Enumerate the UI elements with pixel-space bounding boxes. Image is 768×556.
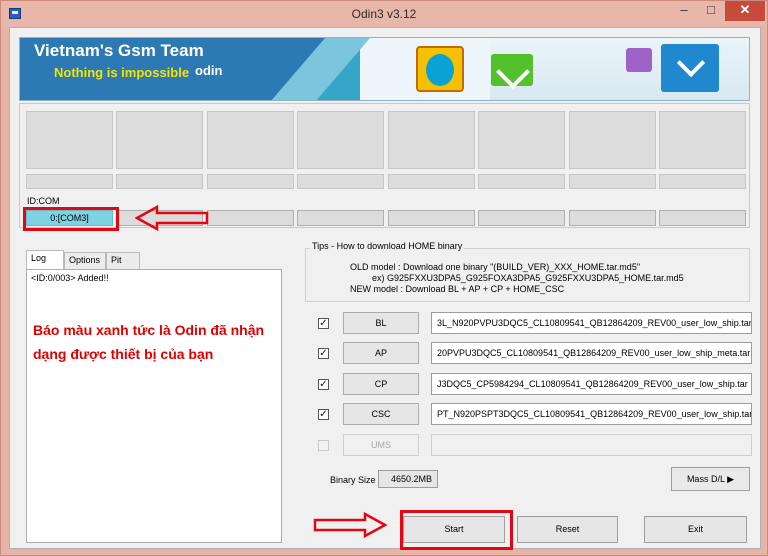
com-port [478, 210, 565, 226]
bl-checkbox[interactable]: ✓ [318, 318, 329, 329]
device-slots-panel: ID:COM 0:[COM3] [19, 103, 750, 228]
ums-file-path [431, 434, 752, 456]
annotation-text: Báo màu xanh tức là Odin đã nhận dạng đư… [33, 322, 265, 362]
slot-progress [478, 111, 565, 169]
slot-progress [116, 111, 203, 169]
title-bar: Odin3 v3.12 – □ ✕ [1, 1, 767, 27]
slot-status [659, 174, 746, 189]
binary-size-label: Binary Size [330, 475, 376, 485]
arrow-right-icon [313, 512, 387, 538]
slot-status [116, 174, 203, 189]
slot-status [297, 174, 384, 189]
tab-options[interactable]: Options [64, 252, 106, 269]
tab-log[interactable]: Log [26, 250, 64, 269]
id-com-label: ID:COM [27, 196, 60, 206]
download-check-icon [491, 54, 533, 86]
maximize-button[interactable]: □ [698, 1, 724, 21]
cp-file-path[interactable]: J3DQC5_CP5984294_CL10809541_QB12864209_R… [431, 373, 752, 395]
ap-button[interactable]: AP [343, 342, 419, 364]
com-port [207, 210, 294, 226]
odin-window: Odin3 v3.12 – □ ✕ Vietnam's Gsm Team Not… [0, 0, 768, 556]
window-title: Odin3 v3.12 [351, 7, 417, 21]
log-panel[interactable]: <ID:0/003> Added!! Báo màu xanh tức là O… [26, 269, 282, 543]
slot-progress [659, 111, 746, 169]
banner-team-name: Vietnam's Gsm Team [34, 41, 204, 60]
banner-slogan: Nothing is impossible [54, 65, 190, 80]
slot-progress [207, 111, 294, 169]
cp-button[interactable]: CP [343, 373, 419, 395]
com-port [297, 210, 384, 226]
minimize-button[interactable]: – [671, 1, 697, 21]
ap-checkbox[interactable]: ✓ [318, 348, 329, 359]
globe-logo-icon [416, 46, 464, 92]
ums-button: UMS [343, 434, 419, 456]
close-button[interactable]: ✕ [725, 1, 765, 21]
purple-chat-icon [626, 48, 652, 72]
slot-status [569, 174, 656, 189]
log-entry: <ID:0/003> Added!! [31, 273, 109, 283]
ap-file-path[interactable]: 20PVPU3DQC5_CL10809541_QB12864209_REV00_… [431, 342, 752, 364]
tips-line-2: ex) G925FXXU3DPA5_G925FOXA3DPA5_G925FXXU… [372, 273, 684, 283]
slot-progress [569, 111, 656, 169]
slot-progress [388, 111, 475, 169]
slot-progress [26, 111, 113, 169]
tips-box: OLD model : Download one binary "(BUILD_… [305, 248, 750, 302]
tab-pit[interactable]: Pit [106, 252, 140, 269]
csc-file-path[interactable]: PT_N920PSPT3DQC5_CL10809541_QB12864209_R… [431, 403, 752, 425]
csc-checkbox[interactable]: ✓ [318, 409, 329, 420]
bl-button[interactable]: BL [343, 312, 419, 334]
com-port [388, 210, 475, 226]
tips-line-1: OLD model : Download one binary "(BUILD_… [350, 262, 641, 272]
mass-dl-button[interactable]: Mass D/L ▶ [671, 467, 750, 491]
slot-status [207, 174, 294, 189]
slot-status [478, 174, 565, 189]
tips-title: Tips - How to download HOME binary [310, 241, 465, 251]
slot-status [26, 174, 113, 189]
arrow-left-icon [135, 205, 209, 231]
exit-button[interactable]: Exit [644, 516, 747, 543]
cp-checkbox[interactable]: ✓ [318, 379, 329, 390]
slot-progress [297, 111, 384, 169]
reset-button[interactable]: Reset [517, 516, 618, 543]
banner: Vietnam's Gsm Team Nothing is impossible… [19, 37, 750, 101]
banner-odin-text: odin [195, 63, 223, 78]
start-highlight [400, 510, 513, 550]
slot-status [388, 174, 475, 189]
tips-line-3: NEW model : Download BL + AP + CP + HOME… [350, 284, 565, 294]
com-port [659, 210, 746, 226]
com-port-highlight [23, 207, 119, 231]
ums-checkbox [318, 440, 329, 451]
com-port [569, 210, 656, 226]
download-icon [661, 44, 719, 92]
csc-button[interactable]: CSC [343, 403, 419, 425]
client-area: Vietnam's Gsm Team Nothing is impossible… [9, 27, 761, 550]
binary-size-value: 4650.2MB [378, 470, 438, 488]
bl-file-path[interactable]: 3L_N920PVPU3DQC5_CL10809541_QB12864209_R… [431, 312, 752, 334]
